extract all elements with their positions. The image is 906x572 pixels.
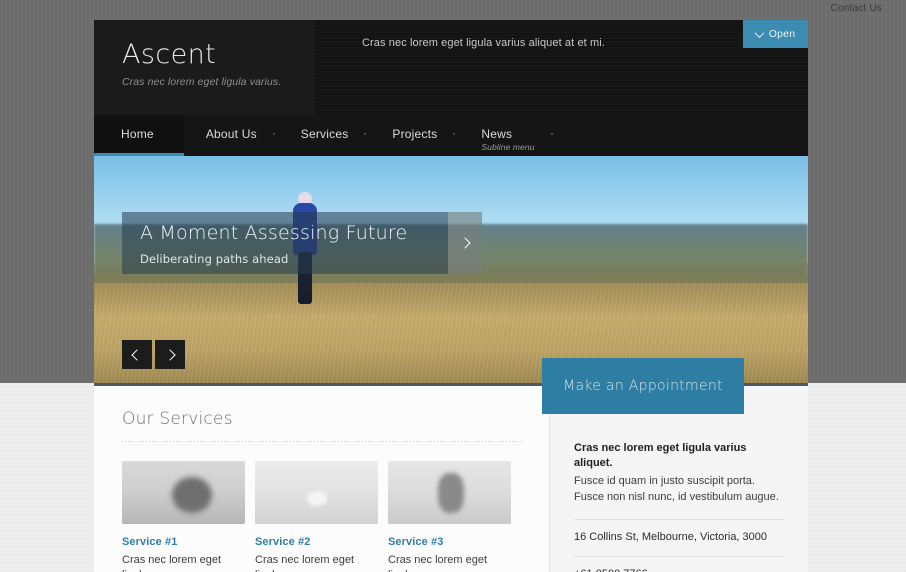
service-image [388,461,511,524]
contact-us-link[interactable]: Contact Us [831,3,882,14]
logo-tagline: Cras nec lorem eget ligula varius. [122,76,282,88]
utility-bar: Contact Us [0,0,906,20]
nav-separator-dot [453,133,456,135]
sidebar: Make an Appointment Cras nec lorem eget … [542,358,808,572]
service-title-link[interactable]: Service #2 [255,536,378,548]
hero-caption-title: A Moment Assessing Future [140,222,408,244]
service-description: Cras nec lorem eget ligula [255,554,355,572]
nav-item-label: Services [300,127,349,141]
hero-caption-subtitle: Deliberating paths ahead [140,251,289,266]
service-title-link[interactable]: Service #3 [388,536,511,548]
service-image [122,461,245,524]
services-list: Service #1 Cras nec lorem eget ligula Se… [122,461,523,572]
logo-title: Ascent [122,39,217,70]
sidebar-heading: Cras nec lorem eget ligula varius alique… [574,442,747,470]
nav-item-subline: Subline menu [481,142,535,152]
service-description: Cras nec lorem eget ligula [388,554,488,572]
page-title: Our Services [122,409,233,429]
nav-item-news[interactable]: News Subline menu [459,115,556,156]
nav-item-about-us[interactable]: About Us [184,115,279,156]
sidebar-address: 16 Collins St, Melbourne, Victoria, 3000 [574,530,768,543]
hero-caption: A Moment Assessing Future Deliberating p… [122,212,482,274]
nav-item-label: Projects [392,127,438,141]
service-title-link[interactable]: Service #1 [122,536,245,548]
nav-separator-dot [364,133,367,135]
service-card[interactable]: Service #1 Cras nec lorem eget ligula [122,461,245,572]
hero-slider-controls [122,340,185,369]
service-card[interactable]: Service #2 Cras nec lorem eget ligula [255,461,378,572]
open-button-label: Open [768,28,796,40]
chevron-down-icon [754,27,765,38]
header-tagline: Cras nec lorem eget ligula varius alique… [362,37,605,49]
main-navigation: Home About Us Services Projects News Sub… [94,115,808,156]
section-divider [122,441,523,442]
chevron-right-icon [459,237,471,249]
slider-prev-button[interactable] [122,340,152,369]
content-band: Our Services Service #1 Cras nec lorem e… [94,358,808,572]
nav-item-label: News [481,127,513,141]
arrow-right-icon [164,348,176,361]
arrow-left-icon [131,348,143,361]
services-section: Our Services Service #1 Cras nec lorem e… [94,386,549,572]
nav-item-home[interactable]: Home [94,115,184,156]
sidebar-phone: +61 0500 7766 [574,557,784,572]
service-card[interactable]: Service #3 Cras nec lorem eget ligula [388,461,511,572]
nav-item-label: Home [121,127,154,141]
open-button[interactable]: Open [743,20,808,48]
hero-caption-next-button[interactable] [448,212,482,274]
logo[interactable]: Ascent Cras nec lorem eget ligula varius… [122,41,281,88]
nav-item-projects[interactable]: Projects [370,115,459,156]
hero-slider: A Moment Assessing Future Deliberating p… [94,156,808,383]
site-header: Ascent Cras nec lorem eget ligula varius… [94,20,808,115]
service-image [255,461,378,524]
make-appointment-button[interactable]: Make an Appointment [542,358,744,414]
sidebar-text: Fusce id quam in justo suscipit porta. F… [574,474,779,503]
slider-next-button[interactable] [155,340,185,369]
make-appointment-label: Make an Appointment [563,378,723,394]
nav-item-label: About Us [205,127,257,141]
nav-separator-dot [272,133,275,135]
site-container: Ascent Cras nec lorem eget ligula varius… [94,20,808,572]
nav-separator-dot [550,133,553,135]
service-description: Cras nec lorem eget ligula [122,554,222,572]
nav-item-services[interactable]: Services [279,115,371,156]
